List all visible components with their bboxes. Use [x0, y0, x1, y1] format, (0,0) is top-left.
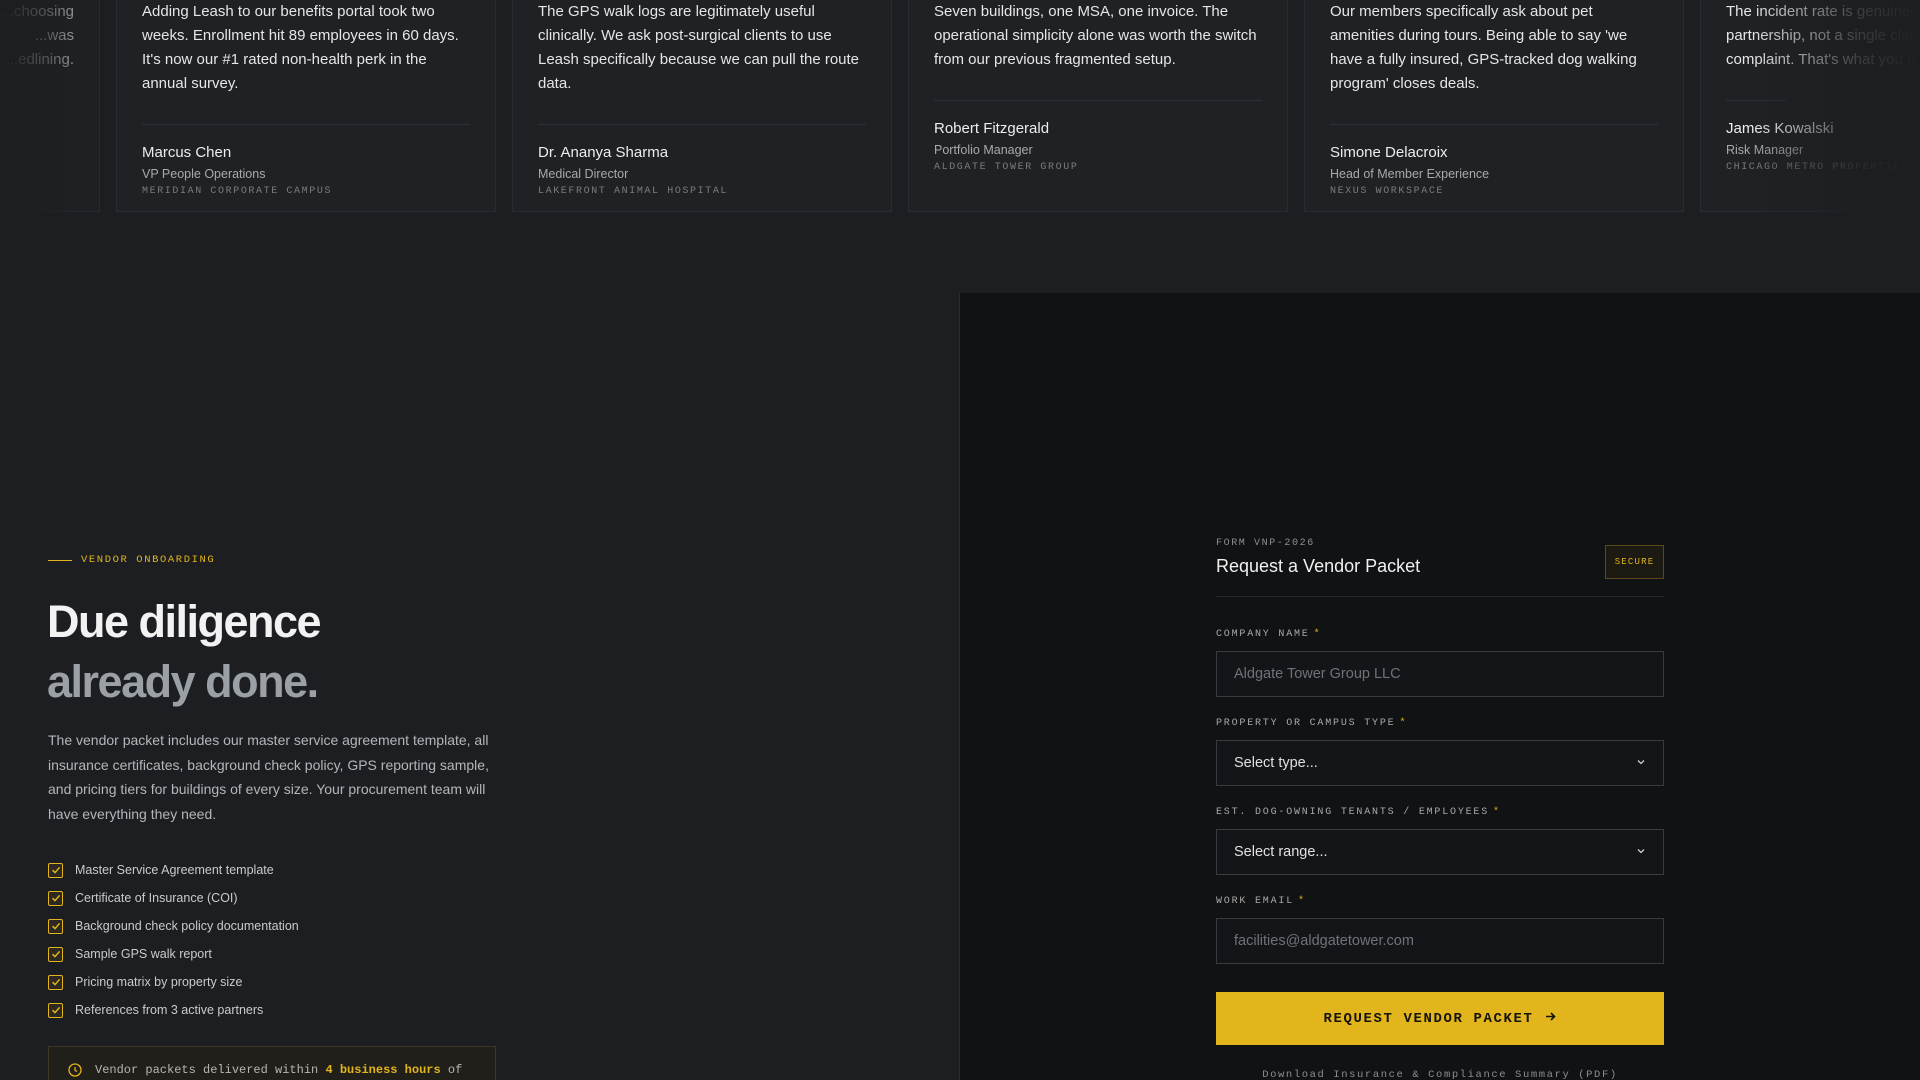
testimonial-card: The GPS walk logs are legitimately usefu…	[512, 0, 892, 212]
testimonial-divider	[934, 100, 1262, 101]
list-item-label: Sample GPS walk report	[75, 947, 212, 961]
testimonial-company: Lakefront Animal Hospital	[538, 186, 729, 197]
work-email-field: WORK EMAIL * facilities@aldgatetower.com	[1216, 896, 1664, 964]
secure-badge: SECURE	[1605, 545, 1664, 579]
testimonial-company: Meridian Corporate Campus	[142, 186, 333, 197]
testimonial-card: Adding Leash to our benefits portal took…	[116, 0, 496, 212]
arrow-right-icon	[1544, 1010, 1557, 1028]
testimonial-card: Seven buildings, one MSA, one invoice. T…	[908, 0, 1288, 212]
tenants-range-select[interactable]: Select range...	[1216, 829, 1664, 875]
testimonial-quote: The GPS walk logs are legitimately usefu…	[538, 3, 860, 92]
testimonial-name: Simone Delacroix	[1330, 144, 1448, 161]
required-mark: *	[1298, 896, 1306, 907]
tenants-field: EST. DOG-OWNING TENANTS / EMPLOYEES * Sel…	[1216, 807, 1664, 875]
list-item: Background check policy documentation	[48, 912, 299, 940]
testimonial-name: James Kowalski	[1726, 120, 1834, 137]
submit-label: REQUEST VENDOR PACKET	[1323, 1010, 1534, 1027]
testimonial-role: Portfolio Manager	[934, 143, 1033, 157]
eyebrow-label: VENDOR ONBOARDING	[81, 554, 216, 566]
check-icon	[48, 918, 63, 934]
tenants-range-value: Select range...	[1234, 844, 1328, 860]
testimonial-quote: Seven buildings, one MSA, one invoice. T…	[934, 3, 1257, 68]
notice-text: Vendor packets delivered within 4 busine…	[95, 1061, 462, 1080]
testimonial-role: Head of Member Experience	[1330, 167, 1490, 181]
company-name-label: COMPANY NAME	[1216, 629, 1310, 640]
work-email-label: WORK EMAIL	[1216, 896, 1295, 907]
chevron-down-icon	[1636, 844, 1646, 860]
testimonial-company: Aldgate Tower Group	[934, 162, 1079, 173]
eyebrow-line	[48, 559, 72, 561]
list-item-label: References from 3 active partners	[75, 1003, 264, 1017]
testimonial-role: VP People Operations	[142, 167, 266, 181]
section-eyebrow: VENDOR ONBOARDING	[48, 554, 215, 566]
list-item: Certificate of Insurance (COI)	[48, 884, 299, 912]
testimonial-quote: ...choosing ...was ...edlining.	[1, 3, 74, 68]
company-name-input[interactable]: Aldgate Tower Group LLC	[1216, 651, 1664, 697]
testimonial-divider	[1330, 124, 1658, 125]
list-item: Master Service Agreement template	[48, 856, 299, 884]
testimonial-quote: Adding Leash to our benefits portal took…	[142, 3, 459, 92]
testimonial-divider	[538, 124, 866, 125]
property-type-field: PROPERTY OR CAMPUS TYPE * Select type...	[1216, 718, 1664, 786]
check-icon	[48, 862, 63, 878]
packet-contents-list: Master Service Agreement template Certif…	[48, 856, 299, 1024]
field-label: WORK EMAIL *	[1216, 896, 1664, 907]
list-item-label: Master Service Agreement template	[75, 863, 274, 877]
chevron-down-icon	[1636, 755, 1646, 771]
property-type-select[interactable]: Select type...	[1216, 740, 1664, 786]
testimonial-role: Medical Director	[538, 167, 629, 181]
property-type-label: PROPERTY OR CAMPUS TYPE	[1216, 718, 1396, 729]
testimonial-quote: The incident rate is genuinely zero. We'…	[1726, 3, 1920, 68]
list-item: Pricing matrix by property size	[48, 968, 299, 996]
company-name-field: COMPANY NAME * Aldgate Tower Group LLC	[1216, 629, 1664, 697]
testimonial-card: Our members specifically ask about pet a…	[1304, 0, 1684, 212]
section-intro: The vendor packet includes our master se…	[48, 732, 489, 822]
notice-prefix: Vendor packets delivered within	[95, 1063, 319, 1077]
required-mark: *	[1313, 629, 1322, 640]
testimonial-divider	[142, 124, 470, 125]
form-divider	[1216, 596, 1664, 597]
testimonial-divider	[1726, 100, 1786, 101]
compliance-summary-link[interactable]: Download Insurance & Compliance Summary …	[1216, 1069, 1664, 1080]
testimonial-company: Nexus Workspace	[1330, 186, 1445, 197]
notice-suffix: of	[447, 1063, 463, 1077]
testimonial-name: Dr. Ananya Sharma	[538, 144, 669, 161]
delivery-notice: Vendor packets delivered within 4 busine…	[48, 1046, 496, 1080]
field-label: EST. DOG-OWNING TENANTS / EMPLOYEES *	[1216, 807, 1664, 818]
check-icon	[48, 1002, 63, 1018]
testimonial-name: Robert Fitzgerald	[934, 120, 1050, 137]
list-item: Sample GPS walk report	[48, 940, 299, 968]
required-mark: *	[1493, 807, 1501, 818]
property-type-value: Select type...	[1234, 755, 1318, 771]
testimonial-quote: Our members specifically ask about pet a…	[1330, 3, 1637, 92]
work-email-input[interactable]: facilities@aldgatetower.com	[1216, 918, 1664, 964]
vendor-packet-form: FORM VNP-2026 Request a Vendor Packet SE…	[1216, 538, 1664, 1080]
testimonial-company: Chicago Metro Properties	[1726, 162, 1909, 173]
list-item: References from 3 active partners	[48, 996, 299, 1024]
testimonial-card: ...choosing ...was ...edlining.	[0, 0, 100, 212]
testimonials-strip: ...choosing ...was ...edlining. Adding L…	[0, 0, 1920, 215]
headline-line-2: already done.	[47, 656, 319, 707]
field-label: PROPERTY OR CAMPUS TYPE *	[1216, 718, 1664, 729]
check-icon	[48, 890, 63, 906]
form-title: Request a Vendor Packet	[1216, 556, 1421, 576]
form-code: FORM VNP-2026	[1216, 538, 1315, 549]
section-headline: Due diligence already done.	[47, 592, 322, 712]
testimonial-role: Risk Manager	[1726, 143, 1804, 157]
testimonial-card: The incident rate is genuinely zero. We'…	[1700, 0, 1920, 212]
list-item-label: Pricing matrix by property size	[75, 975, 243, 989]
required-mark: *	[1399, 718, 1408, 729]
check-icon	[48, 974, 63, 990]
tenants-label: EST. DOG-OWNING TENANTS / EMPLOYEES	[1216, 807, 1490, 818]
testimonial-name: Marcus Chen	[142, 144, 232, 161]
request-packet-button[interactable]: REQUEST VENDOR PACKET	[1216, 992, 1664, 1045]
headline-line-1: Due diligence	[47, 596, 322, 647]
clock-icon	[67, 1061, 83, 1080]
check-icon	[48, 946, 63, 962]
list-item-label: Certificate of Insurance (COI)	[75, 891, 238, 905]
list-item-label: Background check policy documentation	[75, 919, 299, 933]
notice-highlight: 4 business hours	[325, 1063, 441, 1077]
field-label: COMPANY NAME *	[1216, 629, 1664, 640]
